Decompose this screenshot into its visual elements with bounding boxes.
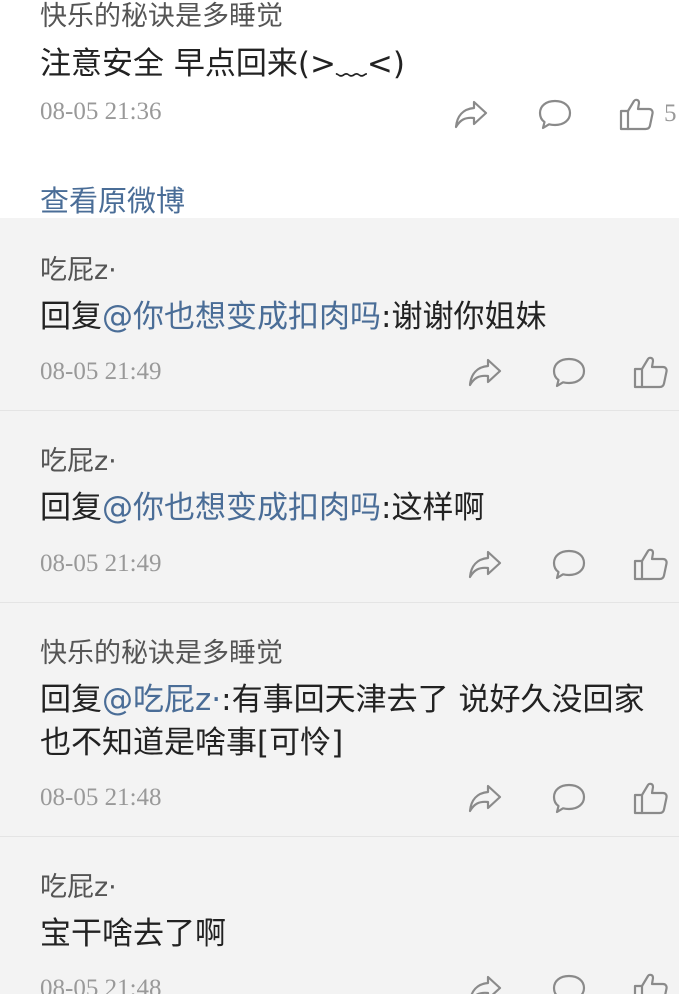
reply-prefix: 回复: [40, 682, 102, 718]
like-button[interactable]: [632, 971, 670, 994]
like-button[interactable]: [632, 780, 670, 816]
thumbs-up-icon: [619, 98, 654, 131]
comment-icon: [552, 549, 586, 580]
reply-item: 快乐的秘诀是多睡觉 回复@吃屁z·:有事回天津去了 说好久没回家也不知道是啥事[…: [0, 603, 679, 837]
repost-icon: [470, 975, 502, 994]
reply-actions: [466, 354, 679, 394]
reply-list: 吃屁z· 回复@你也想变成扣肉吗:谢谢你姐妹 08-05 21:49 吃屁z· …: [0, 218, 679, 994]
mention-link[interactable]: @你也想变成扣肉吗: [102, 490, 381, 526]
reply-time: 08-05 21:48: [40, 784, 162, 811]
reply-item: 吃屁z· 回复@你也想变成扣肉吗:这样啊 08-05 21:49: [0, 411, 679, 603]
repost-icon: [468, 358, 502, 387]
reply-text: 回复@你也想变成扣肉吗:这样啊: [40, 487, 670, 530]
repost-button[interactable]: [452, 96, 490, 132]
comment-thread-page: 快乐的秘诀是多睡觉 注意安全 早点回来(>﹏<) 08-05 21:36 5 查…: [0, 0, 679, 994]
thumbs-up-icon: [633, 782, 668, 815]
reply-text: 回复@你也想变成扣肉吗:谢谢你姐妹: [40, 296, 670, 339]
like-button[interactable]: [618, 96, 656, 132]
comment-button[interactable]: [536, 96, 574, 132]
reply-author[interactable]: 吃屁z·: [40, 865, 117, 904]
repost-button[interactable]: [466, 971, 504, 994]
comment-actions: 5: [452, 96, 679, 136]
repost-button[interactable]: [466, 546, 504, 582]
reply-time: 08-05 21:49: [40, 550, 162, 577]
reply-item: 吃屁z· 回复@你也想变成扣肉吗:谢谢你姐妹 08-05 21:49: [0, 218, 679, 411]
like-button[interactable]: [632, 546, 670, 582]
mention-link[interactable]: @你也想变成扣肉吗: [102, 299, 381, 335]
reply-body: :谢谢你姐妹: [381, 299, 547, 335]
repost-icon: [454, 100, 488, 129]
thumbs-up-icon: [633, 356, 668, 389]
reply-author[interactable]: 快乐的秘诀是多睡觉: [40, 631, 283, 670]
reply-author[interactable]: 吃屁z·: [40, 439, 117, 478]
reply-author[interactable]: 吃屁z·: [40, 248, 117, 287]
view-original-link[interactable]: 查看原微博: [40, 178, 185, 220]
repost-button[interactable]: [466, 354, 504, 390]
comment-button[interactable]: [550, 546, 588, 582]
comment-icon: [552, 357, 586, 388]
comment-time: 08-05 21:36: [40, 98, 162, 125]
reply-time: 08-05 21:48: [40, 975, 162, 994]
mention-link[interactable]: @吃屁z·: [102, 682, 221, 718]
reply-text: 宝干啥去了啊: [40, 913, 670, 956]
thumbs-up-icon: [633, 548, 668, 581]
repost-icon: [468, 550, 502, 579]
reply-actions: [466, 780, 679, 820]
repost-icon: [468, 784, 502, 813]
comment-icon: [552, 783, 586, 814]
reply-prefix: 回复: [40, 299, 102, 335]
comment-author[interactable]: 快乐的秘诀是多睡觉: [40, 0, 283, 33]
repost-button[interactable]: [466, 780, 504, 816]
reply-time: 08-05 21:49: [40, 358, 162, 385]
comment-icon: [552, 974, 586, 994]
reply-prefix: 回复: [40, 490, 102, 526]
like-button[interactable]: [632, 354, 670, 390]
reply-item: 吃屁z· 宝干啥去了啊 08-05 21:48: [0, 837, 679, 994]
comment-text: 注意安全 早点回来(>﹏<): [40, 46, 405, 82]
comment-button[interactable]: [550, 780, 588, 816]
like-count: 5: [664, 100, 677, 127]
reply-actions: [466, 546, 679, 586]
reply-body: 宝干啥去了啊: [40, 916, 226, 952]
comment-button[interactable]: [550, 971, 588, 994]
comment-icon: [538, 99, 572, 130]
reply-actions: [466, 971, 679, 994]
root-comment: 快乐的秘诀是多睡觉 注意安全 早点回来(>﹏<) 08-05 21:36 5 查…: [0, 0, 679, 218]
thumbs-up-icon: [633, 973, 668, 994]
comment-button[interactable]: [550, 354, 588, 390]
reply-text: 回复@吃屁z·:有事回天津去了 说好久没回家也不知道是啥事[可怜]: [40, 679, 670, 765]
reply-body: :这样啊: [381, 490, 485, 526]
